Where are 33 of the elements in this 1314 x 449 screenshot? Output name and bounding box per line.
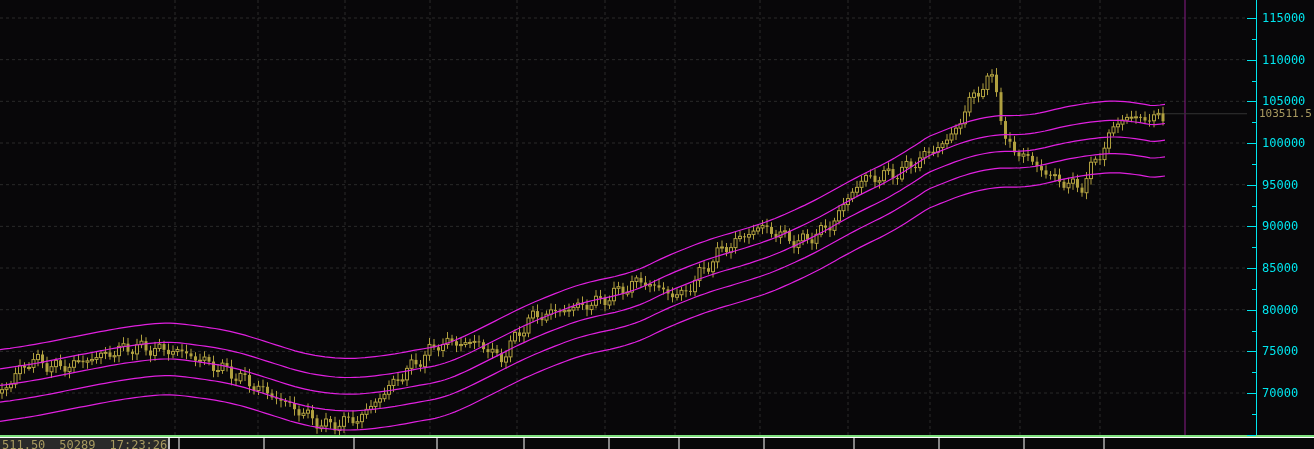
axis-label: 90000 xyxy=(1262,218,1299,235)
axis-label: 80000 xyxy=(1262,301,1299,318)
axis-tick xyxy=(1247,184,1256,186)
axis-label: 115000 xyxy=(1262,10,1306,26)
axis-tick xyxy=(1252,247,1256,249)
axis-tick xyxy=(1252,163,1256,165)
axis-label: 100000 xyxy=(1262,135,1306,151)
axis-tick xyxy=(1252,205,1256,207)
axis-tick xyxy=(1247,393,1256,394)
axis-tick xyxy=(1252,413,1256,415)
axis-tick xyxy=(1247,309,1256,311)
axis-label: 75000 xyxy=(1262,343,1299,360)
axis-tick xyxy=(1252,330,1256,332)
axis-tick xyxy=(1247,351,1256,353)
axis-tick xyxy=(1252,122,1256,124)
axis-tick xyxy=(1247,143,1256,144)
axis-label: 95000 xyxy=(1262,176,1299,193)
axis-tick xyxy=(1247,226,1256,228)
status-value: 17:23:26 xyxy=(109,438,168,449)
axis-label: 110000 xyxy=(1262,51,1306,68)
status-value: 50289 xyxy=(59,438,96,449)
axis-tick xyxy=(1247,59,1256,61)
status-value: 511.50 xyxy=(2,438,46,449)
axis-tick xyxy=(1252,38,1256,40)
axis-tick xyxy=(1252,372,1256,374)
axis-label: 85000 xyxy=(1262,260,1299,276)
axis-tick xyxy=(1252,288,1256,290)
axis-tick xyxy=(1247,268,1256,269)
axis-tick xyxy=(1247,434,1256,436)
axis-tick xyxy=(1247,18,1256,19)
axis-tick xyxy=(1247,101,1256,103)
axis-tick xyxy=(1252,80,1256,82)
axis-label: 70000 xyxy=(1262,385,1299,401)
